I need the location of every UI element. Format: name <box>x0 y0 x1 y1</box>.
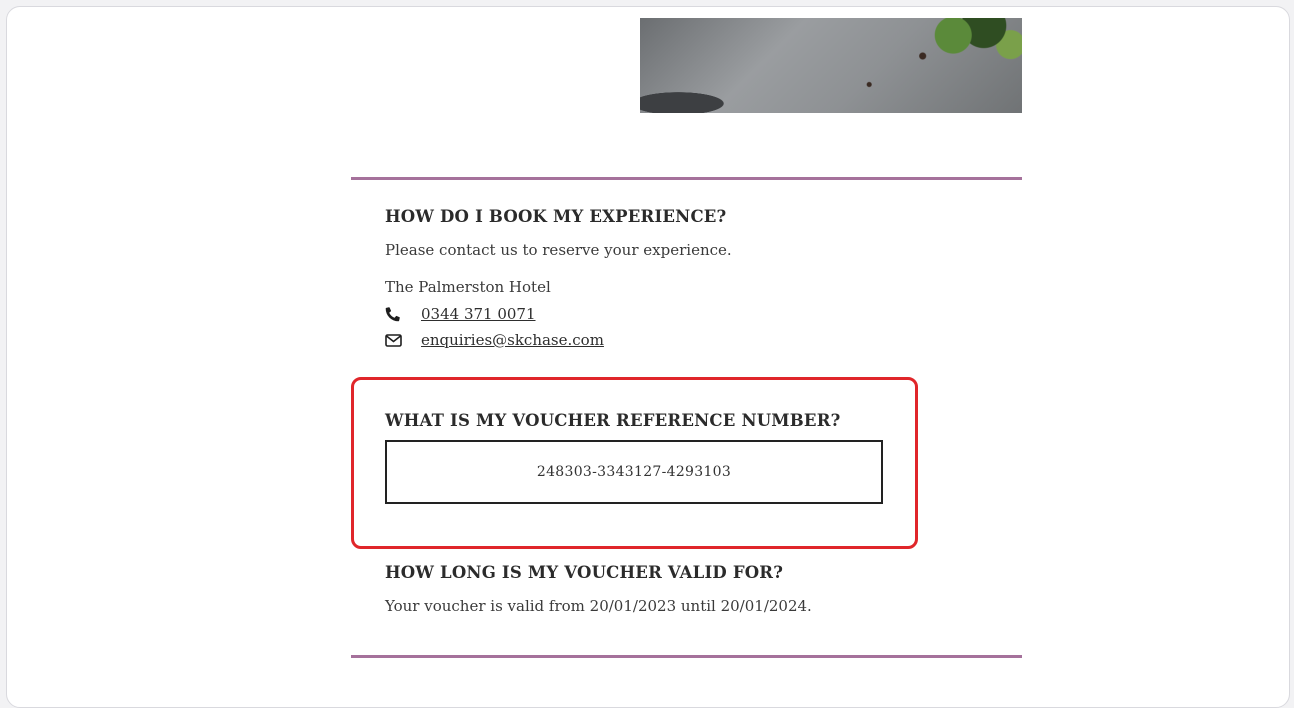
email-link[interactable]: enquiries@skchase.com <box>421 331 604 349</box>
booking-heading: HOW DO I BOOK MY EXPERIENCE? <box>385 207 727 226</box>
booking-intro: Please contact us to reserve your experi… <box>385 241 732 259</box>
phone-row: 0344 371 0071 <box>385 305 536 323</box>
voucher-reference-box: 248303-3343127-4293103 <box>385 440 883 504</box>
hotel-name: The Palmerston Hotel <box>385 278 551 296</box>
section-divider-bottom <box>351 655 1022 658</box>
section-divider-top <box>351 177 1022 180</box>
phone-link[interactable]: 0344 371 0071 <box>421 305 536 323</box>
voucher-heading: WHAT IS MY VOUCHER REFERENCE NUMBER? <box>385 411 841 430</box>
phone-icon <box>385 306 407 322</box>
validity-heading: HOW LONG IS MY VOUCHER VALID FOR? <box>385 563 784 582</box>
validity-text: Your voucher is valid from 20/01/2023 un… <box>385 597 812 615</box>
envelope-icon <box>385 332 407 348</box>
voucher-reference-number: 248303-3343127-4293103 <box>536 464 732 480</box>
page-frame: HOW DO I BOOK MY EXPERIENCE? Please cont… <box>6 6 1290 708</box>
experience-image <box>640 18 1022 113</box>
email-row: enquiries@skchase.com <box>385 331 604 349</box>
